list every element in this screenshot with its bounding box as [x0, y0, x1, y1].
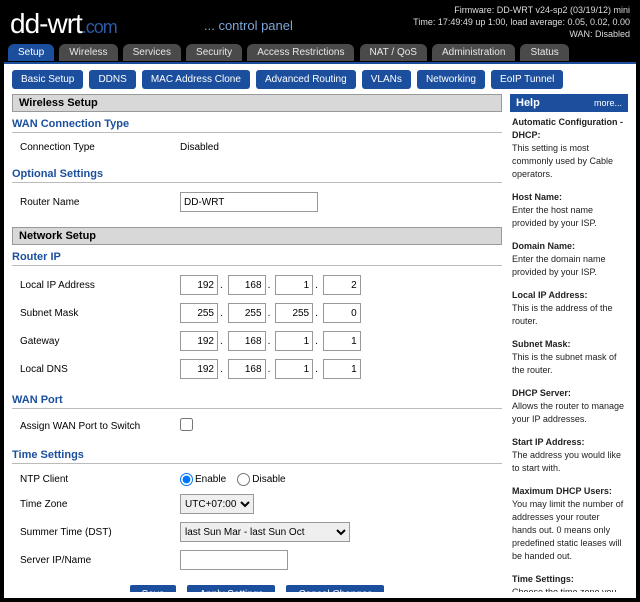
- help-item-heading: Automatic Configuration - DHCP:: [512, 117, 623, 140]
- ntp-enable-radio[interactable]: [180, 473, 193, 486]
- gateway-oct2[interactable]: [228, 331, 266, 351]
- server-ip-input[interactable]: [180, 550, 288, 570]
- wan-line: WAN: Disabled: [413, 28, 630, 40]
- primary-tabs: Setup Wireless Services Security Access …: [0, 44, 640, 62]
- router-name-label: Router Name: [20, 197, 180, 208]
- local-dns-label: Local DNS: [20, 364, 180, 375]
- ntp-enable-option[interactable]: Enable: [180, 474, 226, 485]
- dns-oct4[interactable]: [323, 359, 361, 379]
- tab-nat-qos[interactable]: NAT / QoS: [360, 44, 427, 61]
- dst-label: Summer Time (DST): [20, 527, 180, 538]
- help-item-text: You may limit the number of addresses yo…: [512, 499, 623, 561]
- group-wan-connection-type: WAN Connection Type: [12, 118, 502, 133]
- subnet-oct1[interactable]: [180, 303, 218, 323]
- server-ip-label: Server IP/Name: [20, 555, 180, 566]
- help-item-heading: Domain Name:: [512, 241, 575, 251]
- subnet-oct2[interactable]: [228, 303, 266, 323]
- help-title: Help: [516, 97, 540, 109]
- help-more-link[interactable]: more...: [594, 98, 622, 108]
- subnet-label: Subnet Mask: [20, 308, 180, 319]
- save-button[interactable]: Save: [130, 585, 177, 592]
- help-item-text: Allows the router to manage your IP addr…: [512, 401, 624, 424]
- subtab-ddns[interactable]: DDNS: [89, 70, 135, 89]
- cancel-changes-button[interactable]: Cancel Changes: [286, 585, 384, 592]
- help-item-text: Enter the host name provided by your ISP…: [512, 205, 597, 228]
- local-ip-oct1[interactable]: [180, 275, 218, 295]
- subtab-vlans[interactable]: VLANs: [362, 70, 411, 89]
- local-ip-oct2[interactable]: [228, 275, 266, 295]
- control-panel-label: ... control panel: [204, 18, 293, 33]
- help-item-text: This setting is most commonly used by Ca…: [512, 143, 613, 179]
- local-ip-label: Local IP Address: [20, 280, 180, 291]
- time-zone-label: Time Zone: [20, 499, 180, 510]
- help-item-heading: Maximum DHCP Users:: [512, 486, 612, 496]
- subtab-advanced-routing[interactable]: Advanced Routing: [256, 70, 356, 89]
- subnet-oct3[interactable]: [275, 303, 313, 323]
- ntp-client-label: NTP Client: [20, 474, 180, 485]
- help-item-text: This is the subnet mask of the router.: [512, 352, 617, 375]
- dns-oct1[interactable]: [180, 359, 218, 379]
- gateway-oct4[interactable]: [323, 331, 361, 351]
- help-item-text: The address you would like to start with…: [512, 450, 621, 473]
- help-bar: Help more...: [510, 94, 628, 112]
- help-item-text: Choose the time zone you are in and Summ…: [512, 587, 617, 592]
- ntp-disable-radio[interactable]: [237, 473, 250, 486]
- firmware-line: Firmware: DD-WRT v24-sp2 (03/19/12) mini: [413, 4, 630, 16]
- help-item-heading: Time Settings:: [512, 574, 574, 584]
- time-load-line: Time: 17:49:49 up 1:00, load average: 0.…: [413, 16, 630, 28]
- local-ip-oct4[interactable]: [323, 275, 361, 295]
- group-router-ip: Router IP: [12, 251, 502, 266]
- gateway-label: Gateway: [20, 336, 180, 347]
- help-item-heading: Start IP Address:: [512, 437, 585, 447]
- router-name-input[interactable]: [180, 192, 318, 212]
- apply-settings-button[interactable]: Apply Settings: [187, 585, 275, 592]
- help-item-text: This is the address of the router.: [512, 303, 613, 326]
- tab-wireless[interactable]: Wireless: [59, 44, 117, 61]
- help-item-heading: Host Name:: [512, 192, 562, 202]
- tab-status[interactable]: Status: [520, 44, 568, 61]
- subtab-basic-setup[interactable]: Basic Setup: [12, 70, 83, 89]
- logo: dd-wrt.com: [10, 8, 117, 40]
- help-item-heading: Local IP Address:: [512, 290, 588, 300]
- ntp-disable-option[interactable]: Disable: [237, 474, 285, 485]
- help-item-heading: Subnet Mask:: [512, 339, 571, 349]
- connection-type-label: Connection Type: [20, 142, 180, 153]
- dst-select[interactable]: last Sun Mar - last Sun Oct: [180, 522, 350, 542]
- gateway-oct1[interactable]: [180, 331, 218, 351]
- group-optional-settings: Optional Settings: [12, 168, 502, 183]
- help-body: Automatic Configuration - DHCP: This sett…: [510, 112, 628, 592]
- section-wireless-setup: Wireless Setup: [12, 94, 502, 112]
- tab-security[interactable]: Security: [186, 44, 242, 61]
- section-network-setup: Network Setup: [12, 227, 502, 245]
- subtab-networking[interactable]: Networking: [417, 70, 485, 89]
- dns-oct2[interactable]: [228, 359, 266, 379]
- dns-oct3[interactable]: [275, 359, 313, 379]
- tab-services[interactable]: Services: [123, 44, 181, 61]
- assign-wan-label: Assign WAN Port to Switch: [20, 421, 180, 432]
- subtab-mac-clone[interactable]: MAC Address Clone: [142, 70, 250, 89]
- help-item-text: Enter the domain name provided by your I…: [512, 254, 606, 277]
- local-ip-oct3[interactable]: [275, 275, 313, 295]
- button-bar: Save Apply Settings Cancel Changes: [12, 585, 502, 592]
- group-time-settings: Time Settings: [12, 449, 502, 464]
- time-zone-select[interactable]: UTC+07:00: [180, 494, 254, 514]
- help-item-heading: DHCP Server:: [512, 388, 571, 398]
- subtab-eoip-tunnel[interactable]: EoIP Tunnel: [491, 70, 563, 89]
- tab-administration[interactable]: Administration: [432, 44, 515, 61]
- assign-wan-checkbox[interactable]: [180, 418, 193, 431]
- subnet-oct4[interactable]: [323, 303, 361, 323]
- tab-access-restrictions[interactable]: Access Restrictions: [247, 44, 354, 61]
- connection-type-value: Disabled: [180, 142, 502, 153]
- gateway-oct3[interactable]: [275, 331, 313, 351]
- secondary-tabs: Basic Setup DDNS MAC Address Clone Advan…: [4, 64, 636, 93]
- header-status: Firmware: DD-WRT v24-sp2 (03/19/12) mini…: [413, 4, 630, 40]
- tab-setup[interactable]: Setup: [8, 44, 54, 61]
- group-wan-port: WAN Port: [12, 394, 502, 409]
